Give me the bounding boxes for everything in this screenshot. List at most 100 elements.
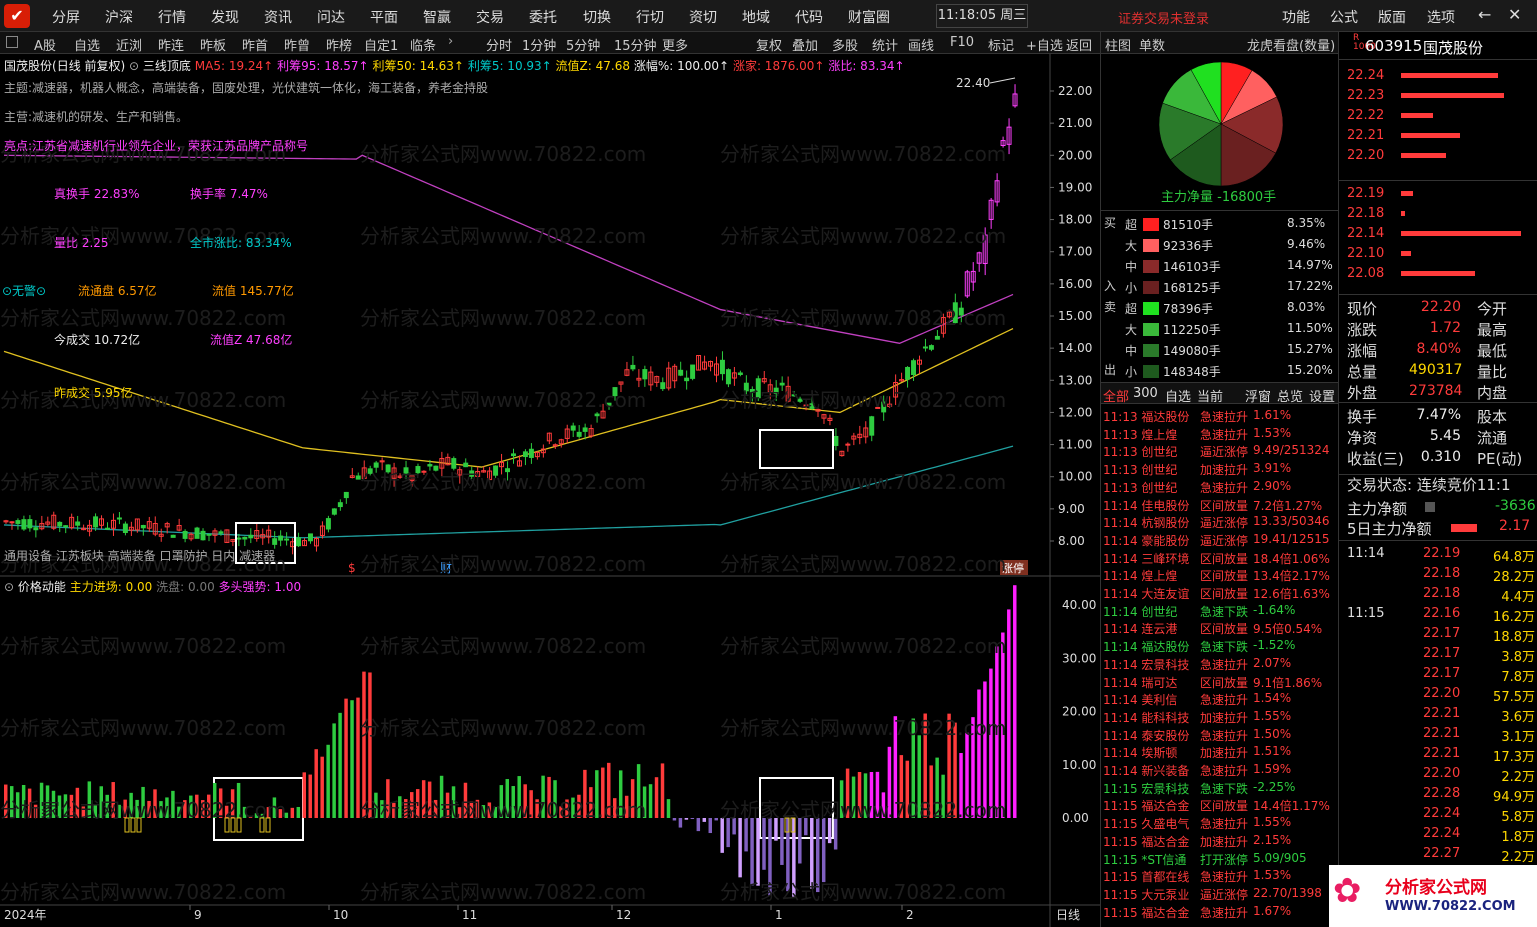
alert-tab[interactable]: 总览	[1277, 386, 1303, 405]
market-tab[interactable]: 昨榜	[326, 35, 352, 54]
menu-item[interactable]: 发现	[211, 7, 239, 27]
alert-row[interactable]: 11:14 泰安股份 急速拉升 1.50%	[1103, 727, 1339, 745]
alert-row[interactable]: 11:14 美利信 急速拉升 1.54%	[1103, 691, 1339, 709]
chart-tool[interactable]: 统计	[872, 35, 898, 54]
period-tab[interactable]: 1分钟	[522, 35, 556, 54]
market-tab[interactable]: 昨连	[158, 35, 184, 54]
alert-row[interactable]: 11:13 创世纪 加速拉升 3.91%	[1103, 461, 1339, 479]
alert-row[interactable]: 11:14 豪能股份 逼近涨停 19.41/12515	[1103, 532, 1339, 550]
settings-icon[interactable]: ⊙	[129, 59, 139, 73]
menu-item[interactable]: 代码	[795, 7, 823, 27]
alert-row[interactable]: 11:14 能科科技 加速拉升 1.55%	[1103, 709, 1339, 727]
alert-row[interactable]: 11:15 福达合金 加速拉升 2.15%	[1103, 833, 1339, 851]
indicator-name[interactable]: 三线顶底	[143, 59, 191, 73]
chart-tool[interactable]: 叠加	[792, 35, 818, 54]
tab-bar-chart[interactable]: 柱图	[1105, 35, 1131, 54]
period-tab[interactable]: 更多	[662, 35, 688, 54]
chart-tool[interactable]: 返回	[1066, 35, 1092, 54]
alert-tab[interactable]: 设置	[1309, 386, 1335, 405]
alert-tab[interactable]: 自选	[1165, 386, 1191, 405]
alert-row[interactable]: 11:14 大连友谊 区间放量 12.6倍1.63%	[1103, 585, 1339, 603]
menu-item[interactable]: 交易	[476, 7, 504, 27]
alert-row[interactable]: 11:15 福达合金 区间放量 14.4倍1.17%	[1103, 797, 1339, 815]
market-tab[interactable]: 临条	[410, 35, 436, 54]
menu-item[interactable]: 财富圈	[848, 7, 890, 27]
market-tab[interactable]: 自选	[74, 35, 100, 54]
settings-icon[interactable]: ⊙	[4, 580, 14, 594]
panel-toggle-icon[interactable]	[6, 36, 18, 48]
main-in-bar	[124, 817, 130, 833]
tick-price: 22.16	[1423, 606, 1461, 621]
alert-row[interactable]: 11:15 *ST信通 打开涨停 5.09/905	[1103, 851, 1339, 869]
market-tab[interactable]: 昨板	[200, 35, 226, 54]
sub-indicator-name[interactable]: 价格动能	[18, 580, 66, 594]
market-tab[interactable]: 昨曾	[284, 35, 310, 54]
chart-tool[interactable]: 多股	[832, 35, 858, 54]
market-tab[interactable]: 近浏	[116, 35, 142, 54]
chart-tool[interactable]: +自选	[1026, 35, 1063, 54]
period-tab[interactable]: 5分钟	[566, 35, 600, 54]
close-icon[interactable]: ✕	[1508, 5, 1521, 24]
alert-row[interactable]: 11:14 瑞可达 区间放量 9.1倍1.86%	[1103, 674, 1339, 692]
back-arrow-icon[interactable]: ←	[1478, 5, 1491, 24]
right-menu-item[interactable]: 选项	[1427, 7, 1455, 27]
tick-price: 22.24	[1423, 826, 1461, 841]
alert-row[interactable]: 11:15 首都在线 急速拉升 1.53%	[1103, 868, 1339, 886]
alert-row[interactable]: 11:15 久盛电气 急速拉升 1.55%	[1103, 815, 1339, 833]
alert-row[interactable]: 11:14 煌上煌 区间放量 13.4倍2.17%	[1103, 567, 1339, 585]
login-status[interactable]: 证券交易未登录	[1118, 8, 1209, 27]
right-menu-item[interactable]: 版面	[1378, 7, 1406, 27]
alert-row[interactable]: 11:14 连云港 区间放量 9.5倍0.54%	[1103, 620, 1339, 638]
chart-tool[interactable]: 画线	[908, 35, 934, 54]
menu-item[interactable]: 切换	[583, 7, 611, 27]
chart-tool[interactable]: F10	[950, 35, 974, 50]
menu-item[interactable]: 平面	[370, 7, 398, 27]
quote-value: 22.20	[1420, 299, 1461, 315]
right-menu-item[interactable]: 公式	[1330, 7, 1358, 27]
alert-row[interactable]: 11:13 创世纪 急速拉升 2.90%	[1103, 479, 1339, 497]
alert-row[interactable]: 11:14 埃斯顿 加速拉升 1.51%	[1103, 744, 1339, 762]
menu-item[interactable]: 资切	[689, 7, 717, 27]
chart-tool[interactable]: 复权	[756, 35, 782, 54]
alert-row[interactable]: 11:14 创世纪 急速下跌 -1.64%	[1103, 603, 1339, 621]
period-tab[interactable]: 分时	[486, 35, 512, 54]
alert-row[interactable]: 11:13 煌上煌 急速拉升 1.53%	[1103, 426, 1339, 444]
alert-row[interactable]: 11:14 杭钢股份 逼近涨停 13.33/50346	[1103, 514, 1339, 532]
menu-item[interactable]: 分屏	[52, 7, 80, 27]
menu-item[interactable]: 资讯	[264, 7, 292, 27]
alert-stock: 11:14 连云港	[1103, 622, 1178, 637]
period-tab[interactable]: 15分钟	[614, 35, 657, 54]
market-tab[interactable]: 自定1	[364, 35, 398, 54]
alert-row[interactable]: 11:13 福达股份 急速拉升 1.61%	[1103, 408, 1339, 426]
alert-row[interactable]: 11:15 宏景科技 急速下跌 -2.25%	[1103, 780, 1339, 798]
right-menu-item[interactable]: 功能	[1282, 7, 1310, 27]
sub-tick-label: 30.00	[1062, 651, 1096, 665]
alert-row[interactable]: 11:14 福达股份 急速下跌 -1.52%	[1103, 638, 1339, 656]
alert-row[interactable]: 11:14 新兴装备 急速拉升 1.59%	[1103, 762, 1339, 780]
alert-tab[interactable]: 300	[1133, 386, 1158, 401]
alert-row[interactable]: 11:15 福达合金 急速拉升 1.67%	[1103, 904, 1339, 922]
menu-item[interactable]: 沪深	[105, 7, 133, 27]
market-tab[interactable]: 昨首	[242, 35, 268, 54]
alert-row[interactable]: 11:14 宏景科技 急速拉升 2.07%	[1103, 656, 1339, 674]
menu-item[interactable]: 问达	[317, 7, 345, 27]
menu-item[interactable]: 行情	[158, 7, 186, 27]
kline-chart[interactable]: 22.0021.0020.0019.0018.0017.0016.0015.00…	[0, 54, 1100, 927]
market-tab[interactable]: A股	[34, 35, 56, 54]
alert-tab[interactable]: 全部	[1103, 386, 1129, 405]
flow-volume: 92336手	[1163, 239, 1214, 253]
alert-value: 7.2倍1.27%	[1253, 498, 1323, 513]
alert-row[interactable]: 11:14 佳电股份 区间放量 7.2倍1.27%	[1103, 497, 1339, 515]
chart-tool[interactable]: 标记	[988, 35, 1014, 54]
alert-tab[interactable]: 浮窗	[1245, 386, 1271, 405]
alert-row[interactable]: 11:15 大元泵业 逼近涨停 22.70/1398	[1103, 886, 1339, 904]
menu-item[interactable]: 委托	[529, 7, 557, 27]
menu-item[interactable]: 行切	[636, 7, 664, 27]
menu-item[interactable]: 地域	[742, 7, 770, 27]
app-logo-icon[interactable]: ✔	[4, 4, 30, 28]
menu-item[interactable]: 智赢	[423, 7, 451, 27]
alert-row[interactable]: 11:13 创世纪 逼近涨停 9.49/251324	[1103, 443, 1339, 461]
alert-tab[interactable]: 当前	[1197, 386, 1223, 405]
chevron-right-icon[interactable]: ›	[448, 34, 453, 49]
alert-row[interactable]: 11:14 三峰环境 区间放量 18.4倍1.06%	[1103, 550, 1339, 568]
